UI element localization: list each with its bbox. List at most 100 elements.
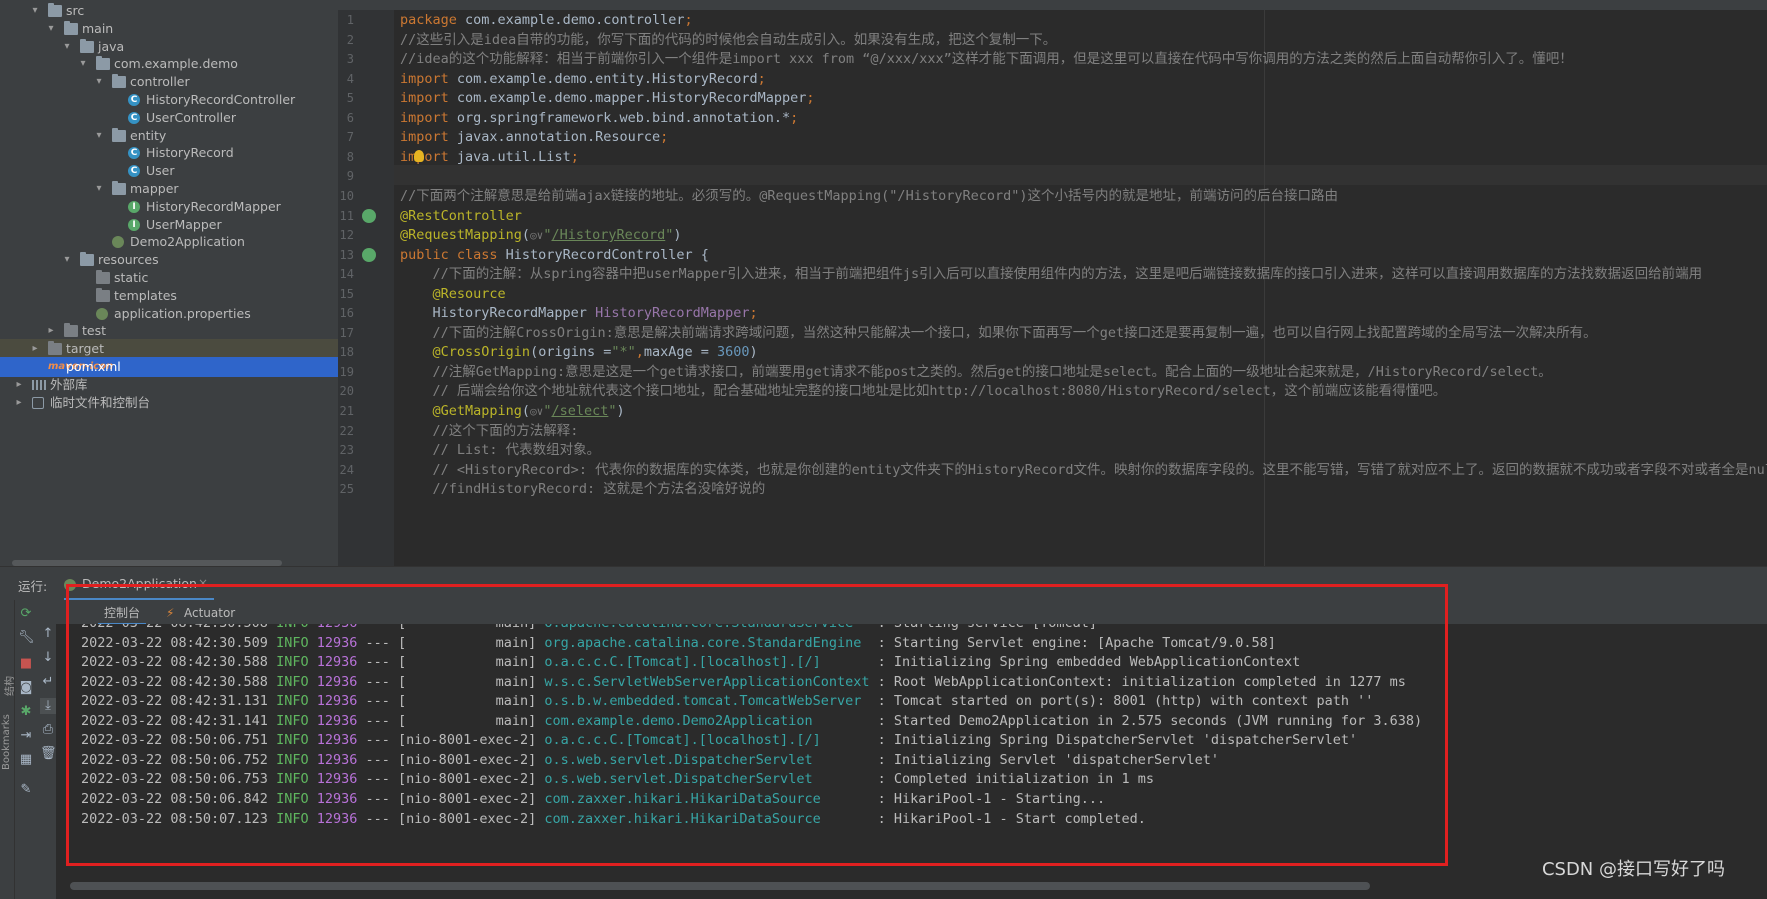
tab-console[interactable]: 控制台 [98,603,147,625]
log-logger: org.apache.catalina.core.StandardEngine [544,634,870,651]
log-logger: o.a.c.c.C.[Tomcat].[localhost].[/] [544,732,870,749]
log-thread: [ main] [398,624,536,631]
run-tab-label: Demo2Application [82,576,197,591]
pin-icon[interactable]: ✎ [18,782,34,798]
watermark: CSDN @接口写好了吗 [1541,859,1725,880]
log-thread: [nio-8001-exec-2] [398,810,537,827]
class-icon: class-icon [128,108,140,128]
console-scrollbar[interactable] [70,882,1370,890]
structure-tab[interactable]: 结构 [1,676,16,696]
package-icon: package-icon [96,56,110,71]
log-ts: 2022-03-22 08:42:30.508 [81,624,268,631]
code-token: public class [400,246,506,263]
code-token: import [400,90,457,107]
log-ts: 2022-03-22 08:42:30.509 [81,634,268,651]
log-msg: : Initializing Servlet 'dispatcherServle… [877,751,1219,768]
class-icon: class-icon [128,90,140,110]
soft-wrap-icon[interactable]: ↵ [40,674,56,690]
log-pid: 12936 [316,654,358,671]
code-token: ; [806,90,815,107]
bean-icon[interactable] [362,208,376,223]
code-token: ; [749,305,758,322]
tab-actuator-label: Actuator [184,606,236,620]
code-token: HistoryRecordMapper [400,305,596,322]
log-pid: 12936 [316,771,358,788]
current-line-highlight [394,165,1767,186]
layout-icon[interactable]: ▦ [18,752,34,768]
run-tab-demo2application[interactable]: Demo2Application × [62,571,208,597]
code-token: ) [673,227,682,244]
code-token: import [400,129,457,146]
tab-actuator[interactable]: ⚡︎ Actuator [164,603,241,623]
code-token: //这个下面的方法解释: [432,422,579,439]
log-sep: --- [365,732,390,749]
code-token: ; [570,148,579,165]
log-ts: 2022-03-22 08:50:06.751 [81,732,268,749]
lightbulb-icon[interactable] [414,149,424,162]
rerun-icon[interactable]: ⟳ [18,606,34,622]
code-token: @GetMapping [432,403,522,419]
project-tree: ▾folder-iconsrc▾folder-iconmain▾source-f… [0,0,338,566]
side-tool-strip: 结构 Bookmarks [0,600,16,899]
chevron-right-icon[interactable]: ▸ [14,393,24,413]
log-lvl: INFO [276,693,309,710]
code-token: //这些引入是idea自带的功能，你写下面的代码的时候他会自动生成引入。如果没有… [400,31,1057,48]
log-logger: w.s.c.ServletWebServerApplicationContext [544,673,870,690]
bookmarks-tab[interactable]: Bookmarks [1,714,12,770]
code-token: ; [790,109,799,126]
log-logger: o.apache.catalina.core.StandardService [544,624,869,631]
log-pid: 12936 [316,790,358,807]
log-pid: 12936 [317,624,358,631]
down-arrow-icon[interactable]: ↓ [40,650,56,666]
log-msg: : HikariPool-1 - Starting... [877,790,1106,807]
right-margin-guide [1264,10,1265,566]
login-icon[interactable]: ⇥ [18,728,34,744]
log-lvl: INFO [276,732,309,749]
trash-icon[interactable]: 🗑︎ [40,746,57,762]
stop-icon[interactable]: ■ [18,656,34,672]
code-token: //下面两个注解意思是给前端ajax链接的地址。必须写的。@RequestMap… [400,187,1338,204]
spring-bean-icon[interactable] [362,247,376,262]
log-sep: --- [365,673,390,690]
code-line: import java.util.List; [400,146,579,168]
camera-icon[interactable]: ◙ [18,680,34,696]
code-token: import [400,148,457,165]
class-icon: class-icon [128,161,140,181]
code-token: ; [684,12,693,28]
debug-bug-icon[interactable]: ✱ [18,704,34,720]
up-arrow-icon[interactable]: ↑ [40,626,56,642]
log-logger: o.s.web.servlet.DispatcherServlet [544,751,870,768]
code-token: /select [551,403,609,419]
code-token: //idea的这个功能解释：相当于前端你引入一个组件是import xxx fr… [400,51,1573,68]
log-msg: : HikariPool-1 - Start completed. [877,810,1146,827]
tree-item-[interactable]: ▸ scratch-icon 临时文件和控制台 [0,393,338,413]
settings-wrench-icon[interactable]: 🔧︎ [18,630,35,646]
folder-icon: folder-icon [64,20,78,35]
close-icon[interactable]: × [198,576,208,590]
package-icon: package-icon [112,181,126,195]
code-editor[interactable]: package com.example.demo.controller; //这些… [394,10,1767,566]
print-icon[interactable]: ⎙ [40,722,56,738]
log-msg: : Initializing Spring DispatcherServlet … [877,732,1358,749]
folder-icon: folder-icon [48,341,62,356]
log-lvl: INFO [276,810,309,827]
log-pid: 12936 [316,810,358,827]
console-output[interactable]: 2022-03-22 08:42:30.508 INFO 12936 --- [… [56,624,1767,879]
log-sep: --- [365,634,390,651]
scroll-to-end-icon[interactable]: ⤓ [40,698,56,714]
code-token: javax.annotation.Resource [456,129,661,146]
code-token: HistoryRecordMapper [595,305,750,322]
code-token: " [608,403,617,419]
code-token: maxAge = [643,344,718,361]
code-token: ; [660,129,669,146]
log-sep: --- [365,693,390,710]
code-token: //下面的注解CrossOrigin:意思是解决前端请求跨域问题，当然这种只能解… [432,324,1597,341]
log-ts: 2022-03-22 08:42:31.141 [81,712,268,729]
code-token: HistoryRecordController { [505,246,709,263]
